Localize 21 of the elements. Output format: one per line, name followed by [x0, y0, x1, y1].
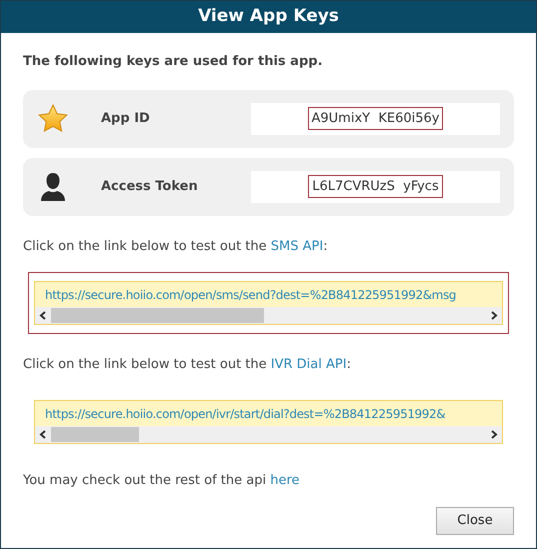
star-icon — [37, 102, 69, 134]
horizontal-scrollbar[interactable] — [35, 426, 502, 442]
api-link[interactable]: SMS API — [270, 238, 324, 254]
horizontal-scrollbar[interactable] — [35, 307, 502, 324]
scrollbar-thumb[interactable] — [51, 426, 139, 442]
url-link[interactable]: https://secure.hoiio.com/open/sms/send?dest=%2B841225951992&msg — [35, 282, 502, 307]
scrollbar-thumb[interactable] — [51, 308, 264, 323]
footer-text: You may check out the rest of the api here — [23, 472, 301, 490]
close-button[interactable]: Close — [436, 507, 514, 535]
key-label: Access Token — [101, 178, 199, 196]
window-title: View App Keys — [1, 1, 536, 33]
prompt-text: Click on the link below to test out the IVR Dial API: — [23, 356, 352, 374]
key-value: A9UmixY KE60i56y — [308, 106, 444, 130]
intro-text: The following keys are used for this app. — [23, 53, 324, 71]
person-icon — [39, 172, 67, 202]
here-link[interactable]: here — [270, 472, 300, 488]
url-link[interactable]: https://secure.hoiio.com/open/ivr/start/dial?dest=%2B841225951992& — [35, 400, 502, 426]
prompt-text: Click on the link below to test out the SMS API: — [23, 238, 329, 256]
key-label: App ID — [101, 110, 151, 128]
api-link[interactable]: IVR Dial API — [270, 357, 347, 372]
key-value: L6L7CVRUzS yFycs — [308, 174, 443, 198]
